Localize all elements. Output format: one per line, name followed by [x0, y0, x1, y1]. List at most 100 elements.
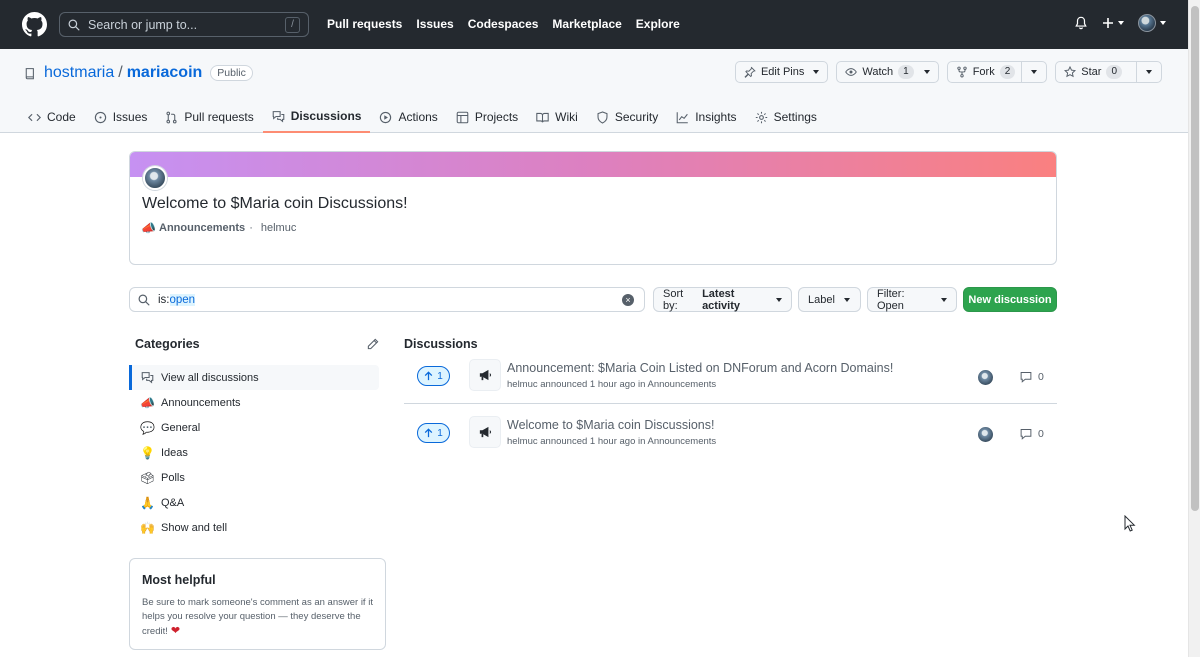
table-icon	[456, 111, 469, 123]
tab-insights[interactable]: Insights	[667, 101, 745, 133]
global-search[interactable]: /	[59, 12, 309, 37]
category-item-general[interactable]: 💬 General	[129, 415, 379, 440]
repo-actions: Edit Pins Watch 1 Fork 2 Star 0	[734, 61, 1162, 83]
global-search-input[interactable]	[88, 17, 278, 32]
edit-pins-button[interactable]: Edit Pins	[734, 61, 829, 83]
repo-owner-link[interactable]: hostmaria	[44, 64, 114, 82]
discussion-title[interactable]: Welcome to $Maria coin Discussions!	[507, 418, 714, 432]
tab-settings[interactable]: Settings	[746, 101, 826, 133]
graph-icon	[676, 111, 688, 123]
nav-marketplace[interactable]: Marketplace	[552, 17, 621, 31]
welcome-category[interactable]: Announcements	[159, 222, 245, 234]
category-item-show-and-tell[interactable]: 🙌 Show and tell	[129, 515, 379, 540]
category-label: Q&A	[161, 496, 185, 509]
welcome-card[interactable]: Welcome to $Maria coin Discussions! 📣 An…	[129, 151, 1057, 265]
categories-heading: Categories	[135, 337, 200, 351]
tab-discussions-label: Discussions	[290, 109, 362, 123]
sort-dropdown[interactable]: Sort by: Latest activity	[653, 287, 792, 312]
user-menu[interactable]	[1138, 14, 1166, 32]
chevron-down-icon	[776, 297, 782, 302]
lightbulb-icon: 💡	[140, 445, 155, 460]
new-discussion-button[interactable]: New discussion	[963, 287, 1057, 312]
comment-count[interactable]: 0	[1020, 428, 1044, 440]
most-helpful-title: Most helpful	[142, 573, 216, 587]
nav-pull-requests[interactable]: Pull requests	[327, 17, 402, 31]
most-helpful-card: Most helpful Be sure to mark someone's c…	[129, 558, 386, 650]
avatar[interactable]	[978, 427, 993, 442]
watch-button[interactable]: Watch 1	[836, 61, 939, 83]
avatar	[1138, 14, 1156, 32]
tab-pull-requests[interactable]: Pull requests	[156, 101, 262, 133]
discussion-meta: helmuc announced 1 hour ago in Announcem…	[507, 436, 717, 447]
tab-security-label: Security	[614, 110, 659, 124]
megaphone-icon: 📣	[141, 220, 156, 235]
global-header: / Pull requests Issues Codespaces Market…	[0, 0, 1188, 49]
discussions-icon	[272, 110, 285, 123]
play-icon	[380, 111, 392, 123]
star-button[interactable]: Star 0	[1056, 62, 1137, 82]
star-dropdown[interactable]	[1137, 62, 1161, 82]
github-logo-icon[interactable]	[22, 12, 47, 37]
tab-actions-label: Actions	[398, 110, 438, 124]
chevron-down-icon	[1031, 70, 1038, 74]
watch-count: 1	[898, 65, 914, 79]
create-new-menu[interactable]	[1102, 17, 1124, 29]
chevron-down-icon	[1146, 70, 1152, 74]
clear-icon[interactable]: ×	[622, 294, 634, 306]
tab-discussions[interactable]: Discussions	[262, 101, 371, 133]
category-item-qa[interactable]: 🙏 Q&A	[129, 490, 379, 515]
category-item-announcements[interactable]: 📣 Announcements	[129, 390, 379, 415]
repo-tabs: Code Issues Pull requests Discussions Ac…	[28, 101, 826, 133]
upvote-button[interactable]: 1	[417, 423, 450, 443]
search-query: is:open	[158, 293, 196, 306]
fork-dropdown[interactable]	[1022, 62, 1046, 82]
fork-button[interactable]: Fork 2	[948, 62, 1023, 82]
book-icon	[536, 112, 549, 122]
welcome-gradient-banner	[130, 152, 1056, 177]
star-button-group: Star 0	[1055, 61, 1162, 83]
pencil-icon[interactable]	[367, 338, 379, 350]
avatar[interactable]	[978, 370, 993, 385]
star-count: 0	[1106, 65, 1122, 79]
scrollbar-thumb[interactable]	[1191, 6, 1199, 511]
tab-code[interactable]: Code	[28, 101, 85, 133]
chevron-down-icon	[1160, 21, 1166, 25]
watch-label: Watch	[862, 66, 894, 78]
nav-codespaces[interactable]: Codespaces	[468, 17, 539, 31]
tab-security[interactable]: Security	[587, 101, 667, 133]
discussion-title[interactable]: Announcement: $Maria Coin Listed on DNFo…	[507, 361, 893, 375]
header-right	[1074, 14, 1166, 32]
repo-title: hostmaria / mariacoin Public	[24, 64, 253, 82]
filter-dropdown[interactable]: Filter: Open	[867, 287, 957, 312]
sort-value: Latest activity	[702, 287, 740, 312]
tab-projects[interactable]: Projects	[447, 101, 527, 133]
nav-issues[interactable]: Issues	[416, 17, 453, 31]
welcome-author[interactable]: helmuc	[261, 222, 296, 234]
discussion-search-input[interactable]: is:open ×	[129, 287, 645, 312]
repo-name-link[interactable]: mariacoin	[127, 64, 203, 82]
tab-wiki-label: Wiki	[555, 110, 578, 124]
meta-dot: ·	[249, 221, 253, 234]
tab-pull-requests-label: Pull requests	[184, 110, 254, 124]
category-item-polls[interactable]: 🗳 Polls	[129, 465, 379, 490]
tab-actions[interactable]: Actions	[370, 101, 446, 133]
bell-icon[interactable]	[1074, 16, 1088, 30]
upvote-button[interactable]: 1	[417, 366, 450, 386]
arrow-up-icon	[424, 428, 433, 438]
category-item-view-all[interactable]: View all discussions	[129, 365, 379, 390]
megaphone-icon	[469, 359, 501, 391]
comment-count[interactable]: 0	[1020, 371, 1044, 383]
category-label: Ideas	[161, 446, 188, 459]
vote-count: 1	[437, 427, 443, 439]
category-item-ideas[interactable]: 💡 Ideas	[129, 440, 379, 465]
comment-icon	[1020, 429, 1032, 440]
tab-issues[interactable]: Issues	[85, 101, 157, 133]
tab-wiki[interactable]: Wiki	[527, 101, 587, 133]
global-nav: Pull requests Issues Codespaces Marketpl…	[327, 17, 694, 31]
shield-icon	[597, 110, 608, 124]
welcome-title[interactable]: Welcome to $Maria coin Discussions!	[142, 195, 408, 213]
pull-request-icon	[166, 111, 177, 123]
nav-explore[interactable]: Explore	[636, 17, 680, 31]
page-scrollbar[interactable]	[1188, 0, 1200, 657]
label-dropdown[interactable]: Label	[798, 287, 861, 312]
